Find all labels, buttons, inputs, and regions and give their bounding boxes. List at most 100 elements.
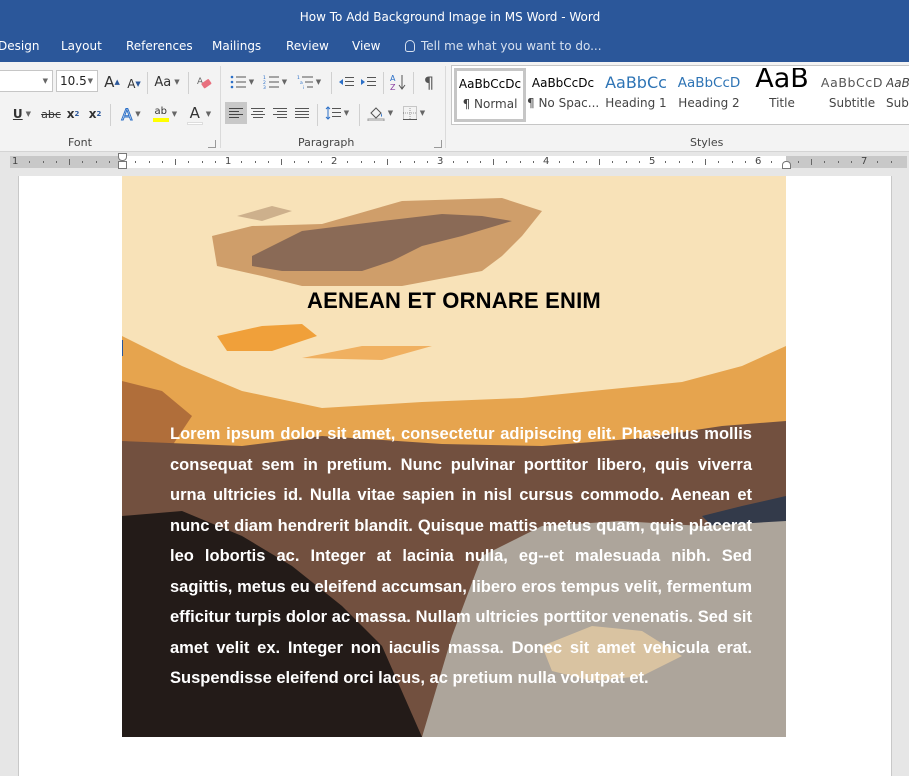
divider [110, 104, 111, 126]
ruler-tick [135, 161, 136, 163]
decrease-indent-button[interactable] [336, 72, 356, 92]
align-left-button[interactable] [225, 102, 247, 124]
shrink-font-button[interactable]: A ▼ [125, 74, 143, 94]
style-name: Title [769, 96, 795, 110]
ruler-tick [255, 161, 256, 163]
style-heading-1[interactable]: AaBbCc Heading 1 [600, 68, 672, 122]
superscript-icon: x [88, 107, 97, 121]
document-body-paragraph[interactable]: Lorem ipsum dolor sit amet, consectetur … [170, 419, 752, 694]
ruler-tick [162, 161, 163, 163]
tab-mailings[interactable]: Mailings [212, 39, 261, 53]
highlight-color-button[interactable]: ab ▼ [150, 102, 180, 126]
text-effects-button[interactable]: A ▼ [117, 104, 145, 124]
bullets-button[interactable]: ▼ [227, 72, 257, 92]
styles-gallery: AaBbCcDc ¶ Normal AaBbCcDc ¶ No Spac... … [451, 65, 909, 125]
tab-layout[interactable]: Layout [61, 39, 102, 53]
tell-me-box[interactable]: Tell me what you want to do... [405, 39, 602, 53]
ruler-tick [414, 161, 415, 163]
grow-font-button[interactable]: A ▲ [103, 72, 121, 92]
document-heading[interactable]: AENEAN ET ORNARE ENIM [122, 288, 786, 314]
superscript-button[interactable]: x2 [86, 104, 104, 124]
tell-me-placeholder: Tell me what you want to do... [421, 39, 602, 53]
styles-group-label: Styles [690, 136, 724, 149]
align-center-icon [251, 108, 265, 118]
show-hide-button[interactable]: ¶ [419, 72, 439, 92]
svg-text:3: 3 [263, 85, 266, 89]
tab-design[interactable]: Design [0, 39, 39, 53]
justify-button[interactable] [292, 102, 312, 124]
font-dialog-launcher[interactable] [208, 140, 216, 148]
numbering-button[interactable]: 1 2 3 ▼ [260, 72, 290, 92]
borders-button[interactable]: ▼ [398, 102, 430, 124]
font-color-swatch [186, 121, 203, 125]
shading-button[interactable]: ▼ [364, 102, 396, 124]
style-title[interactable]: AaB Title [746, 68, 818, 122]
align-right-button[interactable] [270, 102, 290, 124]
ruler-tick [188, 161, 189, 163]
underline-icon: U [12, 107, 23, 121]
ruler-tick [347, 161, 348, 163]
paragraph-dialog-launcher[interactable] [434, 140, 442, 148]
font-name-combo[interactable]: ▼ [0, 70, 53, 92]
subscript-button[interactable]: x2 [64, 104, 82, 124]
style-name: ¶ Normal [462, 97, 518, 111]
style-name: Sub [886, 96, 909, 110]
ruler-tick [453, 161, 454, 163]
ruler-tick [374, 161, 375, 163]
eraser-icon: A [197, 77, 212, 89]
ruler-tick [506, 161, 507, 163]
ruler-number: 7 [861, 156, 868, 167]
tab-review[interactable]: Review [286, 39, 329, 53]
ruler-tick [480, 161, 481, 163]
grow-font-icon: A [104, 73, 115, 91]
font-color-icon: A [186, 104, 203, 125]
ruler-tick [639, 161, 640, 163]
strikethrough-button[interactable]: abc [40, 104, 62, 124]
highlight-swatch [152, 118, 169, 122]
paint-bucket-icon [367, 107, 385, 121]
ruler-tick [891, 161, 892, 163]
right-indent-marker[interactable] [782, 161, 791, 169]
style-no-spacing[interactable]: AaBbCcDc ¶ No Spac... [527, 68, 599, 122]
ruler-tick [533, 161, 534, 163]
shrink-font-icon: A [127, 77, 136, 91]
underline-button[interactable]: U ▼ [8, 104, 36, 124]
paragraph-group-label: Paragraph [298, 136, 355, 149]
ruler-tick [427, 161, 428, 163]
align-left-icon [229, 108, 243, 118]
line-spacing-button[interactable]: ▼ [322, 102, 352, 124]
increase-indent-button[interactable] [358, 72, 378, 92]
font-color-button[interactable]: A ▼ [184, 102, 214, 126]
numbering-icon: 123 [263, 75, 279, 89]
clear-formatting-button[interactable]: A [195, 72, 213, 92]
sort-button[interactable]: AZ [388, 70, 408, 94]
style-sample: AaBbCcDc [458, 77, 522, 91]
tab-view[interactable]: View [352, 39, 380, 53]
style-subtitle[interactable]: AaBbCcD Subtitle [816, 68, 888, 122]
divider [331, 72, 332, 94]
style-heading-2[interactable]: AaBbCcD Heading 2 [673, 68, 745, 122]
change-case-button[interactable]: Aa ▼ [152, 72, 182, 92]
align-center-button[interactable] [248, 102, 268, 124]
ruler-tick [851, 161, 852, 163]
style-subtle-emphasis[interactable]: AaB Sub [886, 68, 909, 122]
style-normal[interactable]: AaBbCcDc ¶ Normal [454, 68, 526, 122]
ruler-tick [745, 161, 746, 163]
chevron-down-icon: ▼ [42, 77, 48, 85]
subscript-icon: x [66, 107, 75, 121]
window-title: How To Add Background Image in MS Word -… [299, 10, 601, 24]
highlight-label: ab [154, 106, 168, 117]
tab-references[interactable]: References [126, 39, 193, 53]
text-effects-icon: A [121, 104, 133, 124]
style-name: ¶ No Spac... [527, 96, 599, 110]
ruler-text-area [122, 156, 786, 168]
multilevel-list-button[interactable]: 1 a i ▼ [294, 72, 324, 92]
ruler-tick [175, 159, 176, 165]
left-indent-marker[interactable] [118, 161, 127, 169]
font-size-combo[interactable]: 10.5 ▼ [56, 70, 98, 92]
divider [188, 72, 189, 94]
first-line-indent-marker[interactable] [118, 153, 127, 161]
bullets-icon [230, 75, 246, 89]
horizontal-ruler[interactable]: 1 1 2 3 4 5 6 7 [0, 153, 909, 171]
ruler-tick [82, 161, 83, 163]
